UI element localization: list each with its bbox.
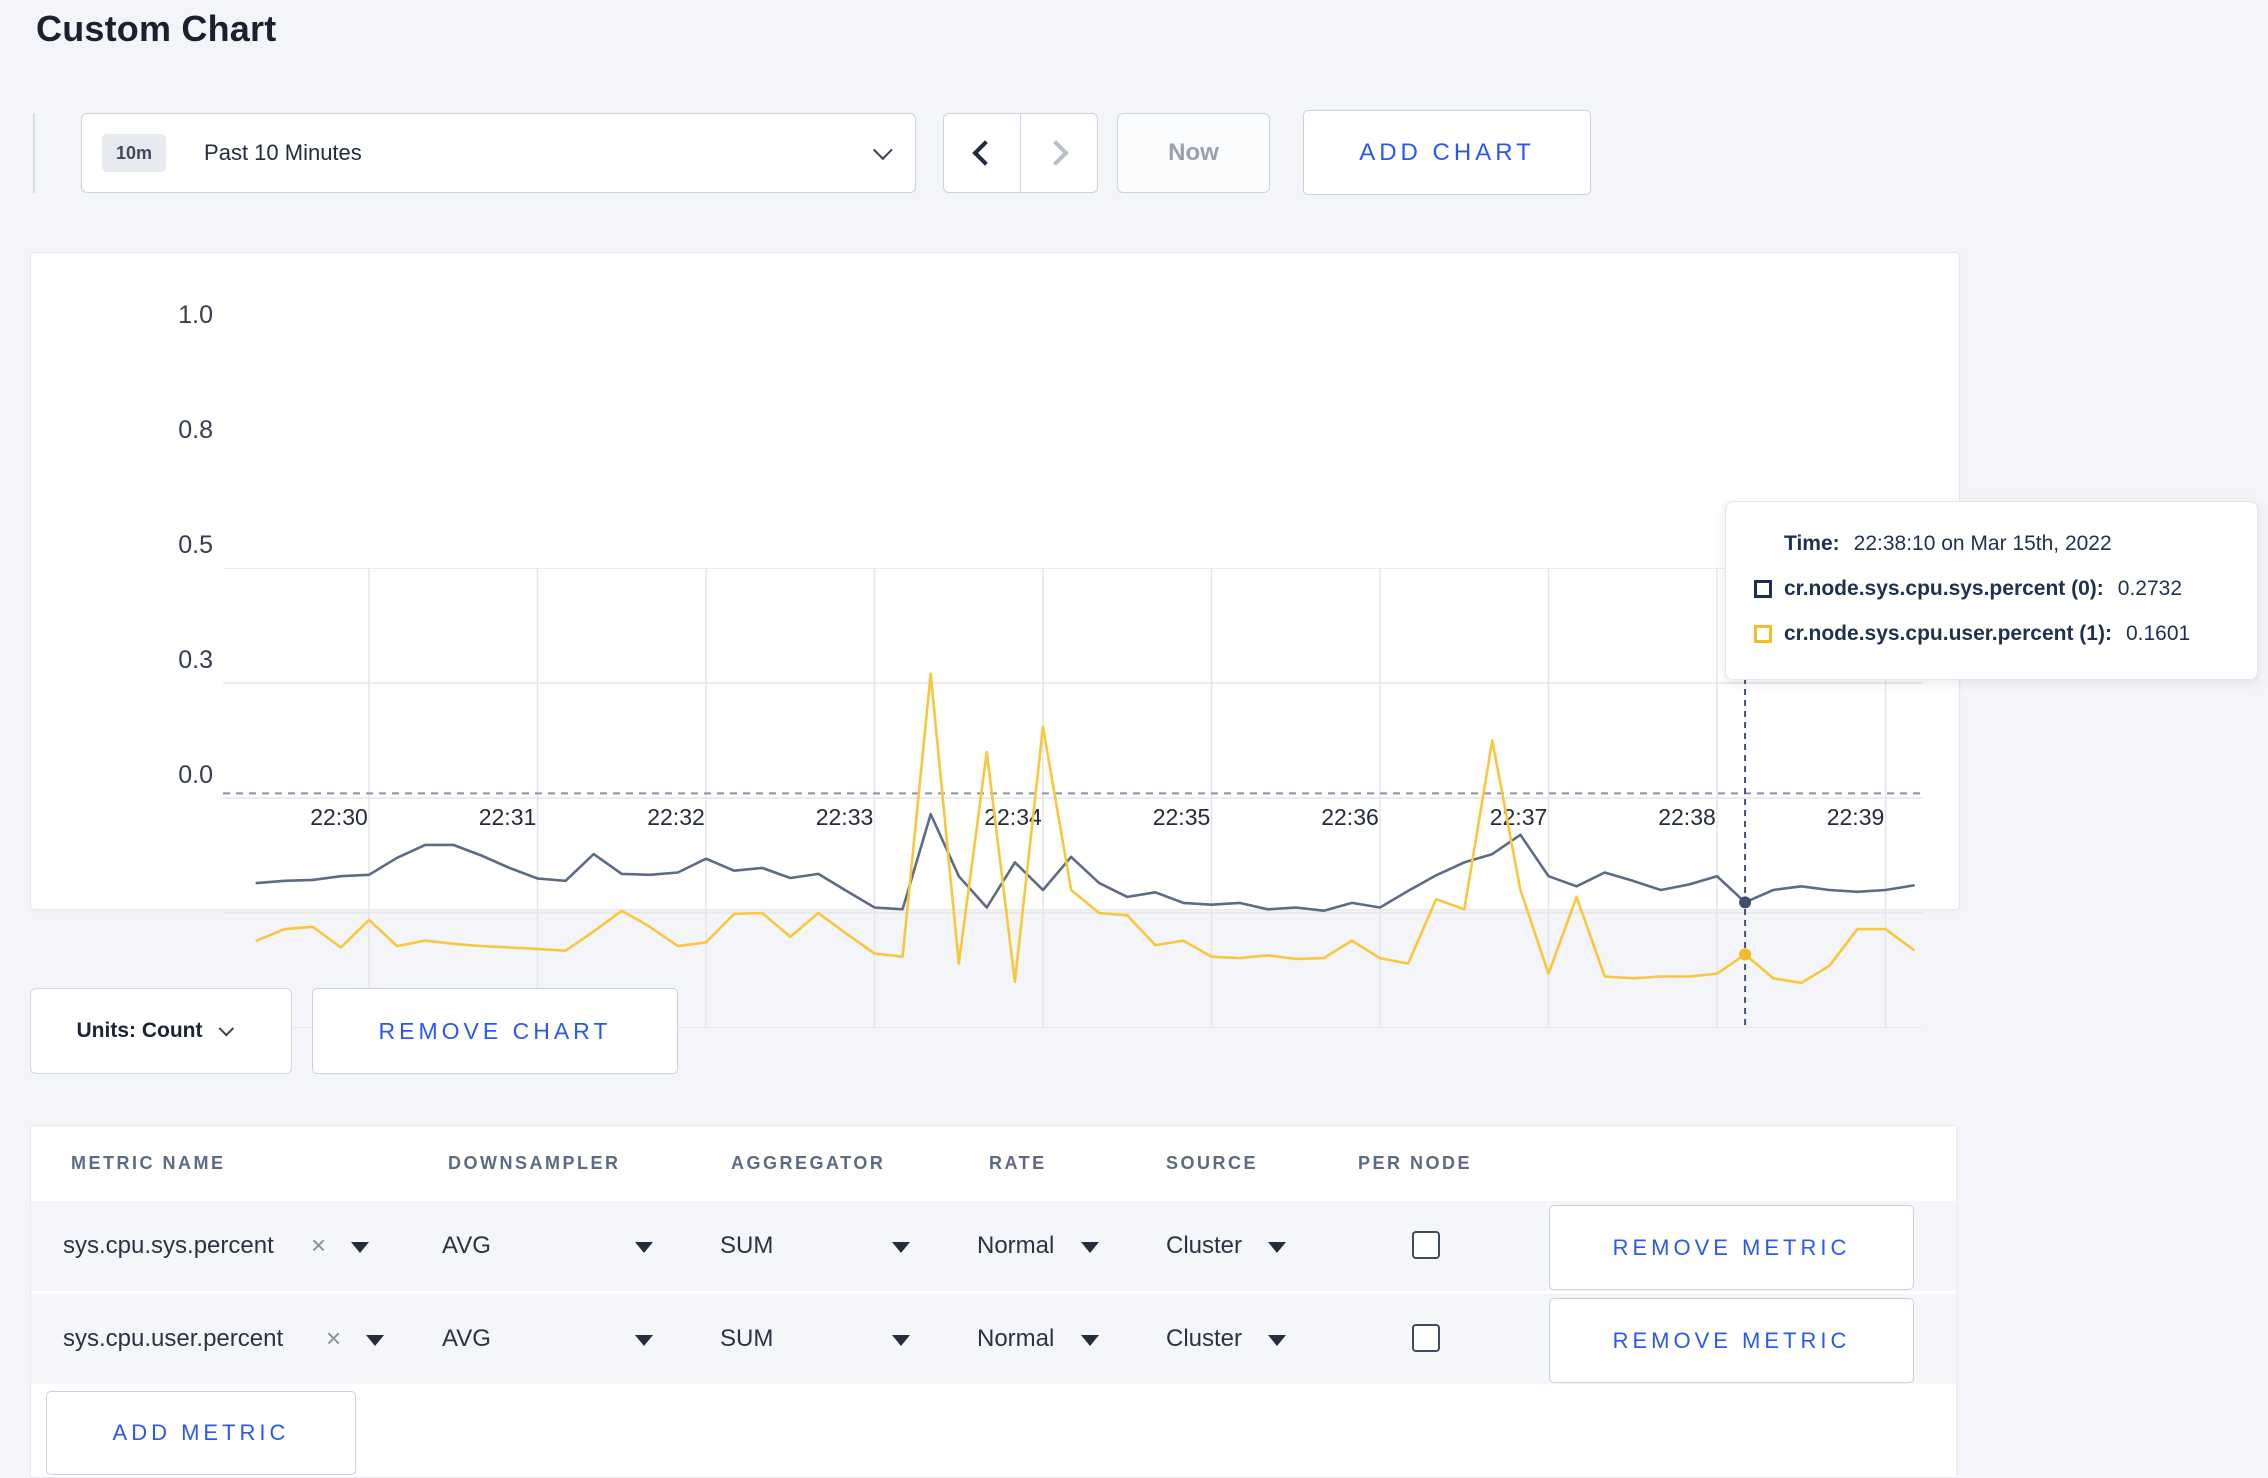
aggregator-caret-icon[interactable] xyxy=(892,1242,910,1253)
tooltip-time-value: 22:38:10 on Mar 15th, 2022 xyxy=(1853,532,2112,555)
series-swatch-user-icon xyxy=(1754,625,1772,643)
chevron-right-icon xyxy=(1043,140,1069,166)
chart-canvas[interactable] xyxy=(223,568,1923,1028)
y-tick-label: 0.8 xyxy=(178,416,213,444)
metric-dropdown-caret-icon[interactable] xyxy=(366,1335,384,1346)
source-caret-icon[interactable] xyxy=(1268,1242,1286,1253)
rate-select[interactable]: Normal xyxy=(977,1232,1054,1260)
add-chart-button[interactable]: ADD CHART xyxy=(1303,110,1591,195)
chart-tooltip: Time: 22:38:10 on Mar 15th, 2022 cr.node… xyxy=(1725,501,2258,680)
downsampler-caret-icon[interactable] xyxy=(635,1242,653,1253)
source-select[interactable]: Cluster xyxy=(1166,1325,1242,1353)
time-range-badge: 10m xyxy=(102,134,167,172)
tooltip-series-value: 0.1601 xyxy=(2125,622,2191,645)
rate-caret-icon[interactable] xyxy=(1081,1242,1099,1253)
rate-caret-icon[interactable] xyxy=(1081,1335,1099,1346)
tooltip-time-label: Time: xyxy=(1784,532,1840,555)
rate-select[interactable]: Normal xyxy=(977,1325,1054,1353)
aggregator-select[interactable]: SUM xyxy=(720,1325,773,1353)
y-tick-label: 0.0 xyxy=(178,761,213,789)
column-header-metric-name: METRIC NAME xyxy=(71,1153,226,1173)
source-caret-icon[interactable] xyxy=(1268,1335,1286,1346)
time-range-select[interactable]: 10m Past 10 Minutes xyxy=(81,113,916,193)
downsampler-select[interactable]: AVG xyxy=(442,1325,491,1353)
clear-metric-icon[interactable]: × xyxy=(311,1230,326,1261)
remove-metric-button[interactable]: REMOVE METRIC xyxy=(1549,1298,1914,1383)
column-header-aggregator: AGGREGATOR xyxy=(731,1153,886,1173)
now-button[interactable]: Now xyxy=(1117,113,1270,193)
aggregator-caret-icon[interactable] xyxy=(892,1335,910,1346)
column-header-source: SOURCE xyxy=(1166,1153,1259,1173)
y-tick-label: 1.0 xyxy=(178,301,213,329)
time-range-pager xyxy=(943,113,1098,193)
time-range-label: Past 10 Minutes xyxy=(204,140,362,165)
column-header-per-node: PER NODE xyxy=(1358,1153,1473,1173)
next-range-button[interactable] xyxy=(1021,114,1098,192)
toolbar-left-rule xyxy=(33,113,35,193)
page-title: Custom Chart xyxy=(36,8,277,49)
remove-metric-button[interactable]: REMOVE METRIC xyxy=(1549,1205,1914,1290)
clear-metric-icon[interactable]: × xyxy=(326,1323,341,1354)
aggregator-select[interactable]: SUM xyxy=(720,1232,773,1260)
units-select[interactable]: Units: Count xyxy=(30,988,292,1074)
per-node-checkbox[interactable] xyxy=(1412,1231,1440,1259)
metric-dropdown-caret-icon[interactable] xyxy=(351,1242,369,1253)
metric-name-select[interactable]: sys.cpu.user.percent xyxy=(63,1325,283,1353)
chevron-down-icon xyxy=(872,140,893,161)
now-button-label: Now xyxy=(1168,139,1219,166)
metric-name-select[interactable]: sys.cpu.sys.percent xyxy=(63,1232,274,1260)
downsampler-select[interactable]: AVG xyxy=(442,1232,491,1260)
chart-card: 0.0 0.3 0.5 0.8 1.0 22:30 22:31 22:32 22:33 22:3… xyxy=(30,252,1960,1028)
column-header-rate: RATE xyxy=(989,1153,1047,1173)
prev-range-button[interactable] xyxy=(944,114,1021,192)
remove-chart-button[interactable]: REMOVE CHART xyxy=(312,988,678,1074)
y-tick-label: 0.5 xyxy=(178,531,213,559)
metrics-table: METRIC NAME DOWNSAMPLER AGGREGATOR RATE … xyxy=(30,1125,1957,1478)
table-row: sys.cpu.user.percent × AVG SUM Normal Cl… xyxy=(31,1294,1956,1387)
tooltip-series-name: cr.node.sys.cpu.user.percent (1): xyxy=(1784,622,2112,645)
table-row: sys.cpu.sys.percent × AVG SUM Normal Clu… xyxy=(31,1201,1956,1294)
units-select-label: Units: Count xyxy=(76,1019,203,1042)
chevron-down-icon xyxy=(219,1020,235,1036)
source-select[interactable]: Cluster xyxy=(1166,1232,1242,1260)
column-header-downsampler: DOWNSAMPLER xyxy=(448,1153,621,1173)
add-metric-button[interactable]: ADD METRIC xyxy=(46,1391,356,1475)
tooltip-series-name: cr.node.sys.cpu.sys.percent (0): xyxy=(1784,577,2104,600)
series-swatch-sys-icon xyxy=(1754,580,1772,598)
chevron-left-icon xyxy=(972,140,998,166)
tooltip-series-value: 0.2732 xyxy=(2117,577,2183,600)
y-tick-label: 0.3 xyxy=(178,646,213,674)
downsampler-caret-icon[interactable] xyxy=(635,1335,653,1346)
per-node-checkbox[interactable] xyxy=(1412,1324,1440,1352)
